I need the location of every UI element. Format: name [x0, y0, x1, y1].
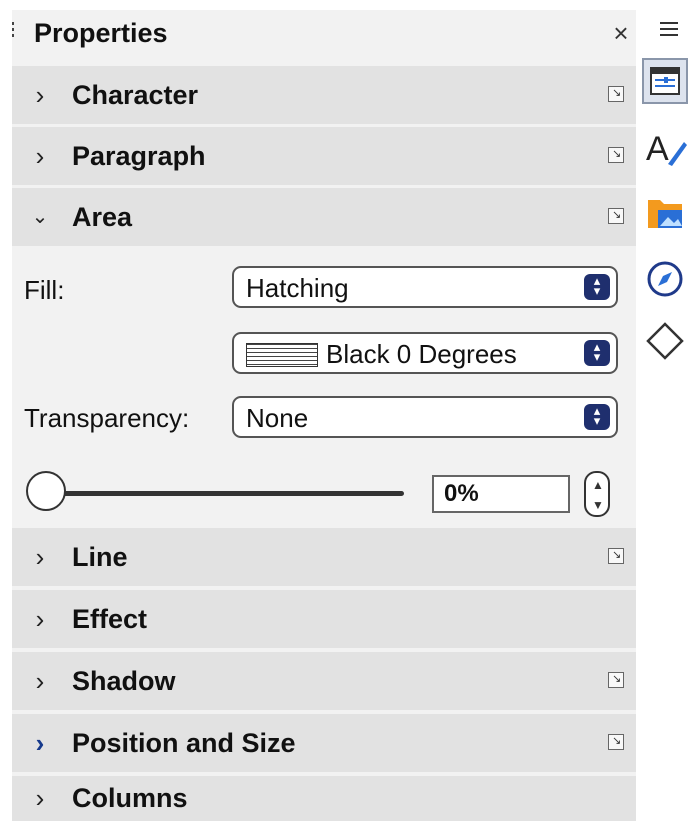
chevron-right-icon: › [35, 542, 45, 572]
section-label: Character [72, 80, 199, 110]
panel-title-bar: Properties × [12, 10, 636, 56]
chevron-right-icon: › [35, 783, 45, 813]
chevron-right-icon: › [35, 141, 45, 171]
section-label: Area [72, 202, 133, 232]
transparency-slider-track[interactable] [58, 491, 404, 496]
section-label: Position and Size [72, 728, 296, 758]
properties-deck: Properties × › Character ↘ › Paragraph ↘… [12, 10, 636, 821]
section-label: Line [72, 542, 128, 572]
updown-chevron-icon: ▴ ▾ [584, 274, 610, 300]
chevron-right-icon: › [35, 728, 45, 758]
svg-text:A: A [646, 130, 669, 168]
more-options-icon[interactable]: ↘ [608, 147, 624, 163]
more-options-icon[interactable]: ↘ [608, 548, 624, 564]
section-label: Columns [72, 783, 188, 813]
tab-navigator[interactable] [642, 256, 688, 302]
close-icon[interactable]: × [610, 18, 632, 48]
tab-styles[interactable]: A [642, 126, 688, 172]
section-effect[interactable]: › Effect [12, 590, 636, 648]
transparency-select[interactable]: None ▴ ▾ [232, 396, 618, 438]
chevron-right-icon: › [35, 666, 45, 696]
navigator-icon [647, 261, 683, 297]
sidebar-tab-bar: A [636, 0, 697, 821]
fill-type-select[interactable]: Hatching ▴ ▾ [232, 266, 618, 308]
more-options-icon[interactable]: ↘ [608, 86, 624, 102]
section-label: Shadow [72, 666, 176, 696]
hatch-style-select[interactable]: Black 0 Degrees ▴ ▾ [232, 332, 618, 374]
section-label: Effect [72, 604, 148, 634]
tab-shapes[interactable] [642, 318, 688, 364]
properties-icon [642, 58, 688, 104]
section-character[interactable]: › Character ↘ [12, 66, 636, 124]
hamburger-menu-icon[interactable] [660, 22, 678, 36]
more-options-icon[interactable]: ↘ [608, 208, 624, 224]
transparency-value: None [246, 403, 309, 433]
chevron-down-icon: ⌄ [31, 206, 49, 228]
styles-icon: A [646, 130, 687, 168]
updown-chevron-icon: ▴ ▾ [584, 404, 610, 430]
section-line[interactable]: › Line ↘ [12, 528, 636, 586]
tab-properties[interactable] [642, 58, 688, 104]
more-options-icon[interactable]: ↘ [608, 734, 624, 750]
transparency-stepper[interactable]: ▲ ▼ [584, 471, 610, 517]
shapes-icon [646, 322, 684, 360]
section-label: Paragraph [72, 141, 206, 171]
section-area[interactable]: ⌄ Area ↘ [12, 188, 636, 246]
transparency-percent-field[interactable]: 0% [432, 475, 570, 513]
section-position-and-size[interactable]: › Position and Size ↘ [12, 714, 636, 772]
chevron-right-icon: › [35, 80, 45, 110]
drag-grip-icon[interactable] [12, 22, 16, 44]
section-shadow[interactable]: › Shadow ↘ [12, 652, 636, 710]
section-columns[interactable]: › Columns [12, 776, 636, 821]
tab-gallery[interactable] [642, 190, 688, 236]
more-options-icon[interactable]: ↘ [608, 672, 624, 688]
chevron-right-icon: › [35, 604, 45, 634]
hatch-preview-icon [246, 343, 318, 367]
fill-type-value: Hatching [246, 273, 349, 303]
transparency-slider-thumb[interactable] [26, 471, 66, 511]
fill-label: Fill: [24, 275, 65, 305]
gallery-icon [648, 200, 682, 228]
updown-chevron-icon: ▴ ▾ [584, 340, 610, 366]
transparency-label: Transparency: [24, 403, 190, 433]
section-paragraph[interactable]: › Paragraph ↘ [12, 127, 636, 185]
panel-title: Properties [34, 18, 168, 48]
hatch-style-value: Black 0 Degrees [326, 339, 517, 369]
